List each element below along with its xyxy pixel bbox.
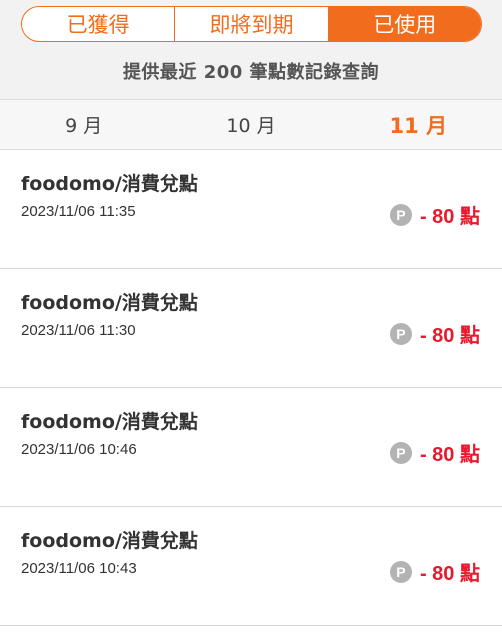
list-item[interactable]: foodomo/消費兌點 2023/11/06 10:43 P - 80 點 [0, 507, 502, 626]
record-points: P - 80 點 [389, 200, 480, 229]
points-coin-icon: P [389, 322, 412, 345]
list-item[interactable]: foodomo/消費兌點 2023/11/06 11:35 P - 80 點 [0, 150, 502, 269]
points-record-list: foodomo/消費兌點 2023/11/06 11:35 P - 80 點 f… [0, 150, 502, 626]
record-time: 2023/11/06 11:35 [21, 203, 136, 220]
month-tab-9[interactable]: 9 月 [0, 100, 167, 149]
header: 已獲得 即將到期 已使用 提供最近 200 筆點數記錄查詢 [0, 0, 502, 100]
record-time: 2023/11/06 10:43 [21, 560, 137, 577]
month-tab-10[interactable]: 10 月 [167, 100, 334, 149]
points-coin-icon: P [389, 441, 412, 464]
record-points: P - 80 點 [389, 557, 480, 586]
record-title: foodomo/消費兌點 [21, 173, 198, 195]
record-time: 2023/11/06 10:46 [21, 441, 137, 458]
record-title: foodomo/消費兌點 [21, 292, 198, 314]
record-time: 2023/11/06 11:30 [21, 322, 136, 339]
tab-earned[interactable]: 已獲得 [22, 7, 176, 41]
record-title: foodomo/消費兌點 [21, 411, 198, 433]
list-item[interactable]: foodomo/消費兌點 2023/11/06 10:46 P - 80 點 [0, 388, 502, 507]
record-title: foodomo/消費兌點 [21, 530, 198, 552]
record-amount: - 80 點 [419, 563, 480, 585]
tab-used[interactable]: 已使用 [328, 7, 481, 41]
record-points: P - 80 點 [389, 319, 480, 348]
month-tabs: 9 月 10 月 11 月 [0, 100, 502, 150]
records-notice: 提供最近 200 筆點數記錄查詢 [122, 62, 380, 83]
record-amount: - 80 點 [419, 206, 480, 228]
list-item[interactable]: foodomo/消費兌點 2023/11/06 11:30 P - 80 點 [0, 269, 502, 388]
points-coin-icon: P [389, 560, 412, 583]
tab-expiring[interactable]: 即將到期 [175, 7, 329, 41]
points-coin-icon: P [389, 203, 412, 226]
status-segmented-control: 已獲得 即將到期 已使用 [21, 6, 482, 42]
month-tab-11[interactable]: 11 月 [335, 100, 502, 149]
record-points: P - 80 點 [389, 438, 480, 467]
record-amount: - 80 點 [419, 325, 480, 347]
record-amount: - 80 點 [419, 444, 480, 466]
